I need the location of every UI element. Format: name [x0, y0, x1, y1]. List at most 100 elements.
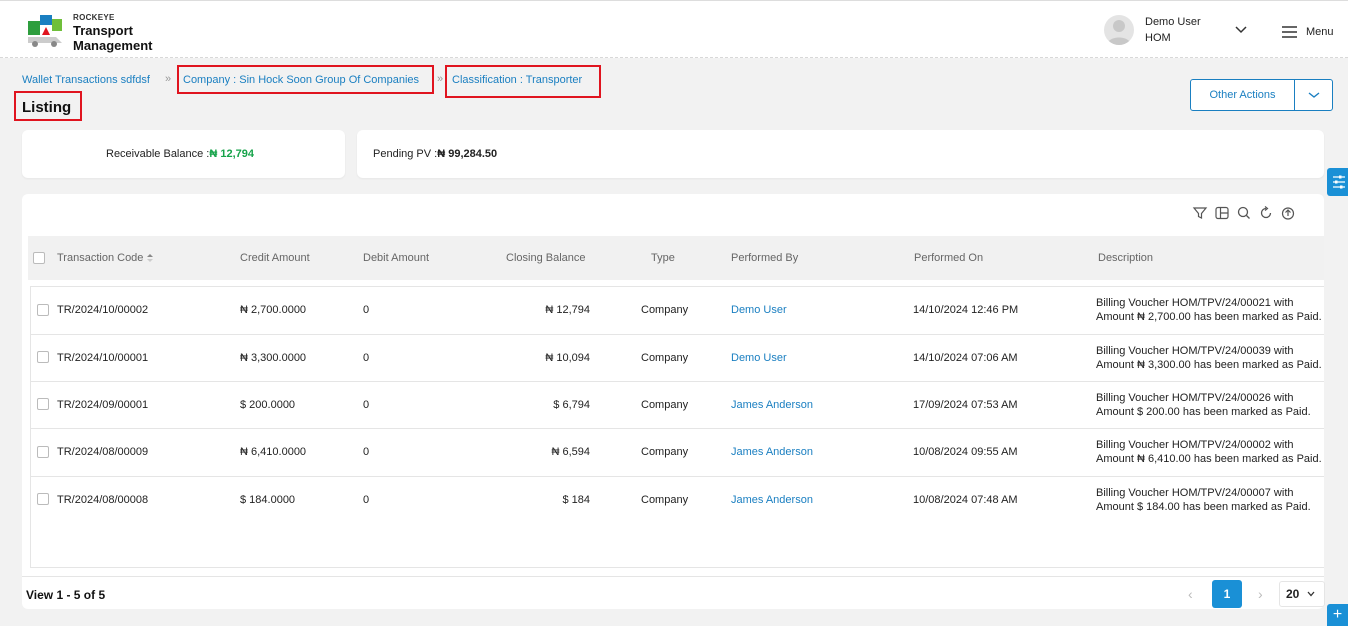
row-checkbox[interactable]: [37, 446, 49, 458]
cell-performed-by[interactable]: James Anderson: [731, 494, 813, 506]
columns-icon[interactable]: [1214, 205, 1230, 221]
cell-type: Company: [641, 446, 689, 458]
top-header: ROCKEYE Transport Management Demo User H…: [0, 0, 1348, 58]
brand-line-2: Management: [73, 38, 153, 53]
row-checkbox[interactable]: [37, 493, 49, 505]
column-closing-balance[interactable]: Closing Balance: [506, 252, 586, 264]
column-performed-on[interactable]: Performed On: [914, 252, 983, 264]
footer-divider: [22, 576, 1324, 577]
description-line: Billing Voucher HOM/TPV/24/00002 with: [1096, 439, 1294, 451]
cell-credit: ₦ 6,410.0000: [240, 446, 307, 458]
settings-sliders-icon: [1333, 175, 1345, 189]
cell-performed-by[interactable]: James Anderson: [731, 446, 813, 458]
chevron-down-icon[interactable]: [1234, 25, 1248, 35]
cell-credit: ₦ 2,700.0000: [240, 304, 307, 316]
cell-performed-by[interactable]: James Anderson: [731, 399, 813, 411]
breadcrumb-separator: »: [437, 73, 444, 85]
plus-icon[interactable]: +: [1327, 604, 1348, 626]
description-line: Amount ₦ 6,410.00 has been marked as Pai…: [1096, 453, 1322, 465]
hamburger-icon: [1282, 26, 1297, 38]
cell-description: Billing Voucher HOM/TPV/24/00007 with Am…: [1096, 486, 1324, 514]
user-role: HOM: [1145, 32, 1171, 44]
cell-closing: $ 6,794: [553, 399, 590, 411]
table-toolbar: [1192, 205, 1296, 221]
cell-credit: $ 200.0000: [240, 399, 296, 411]
cell-performed-on: 14/10/2024 07:06 AM: [913, 352, 1018, 364]
refresh-icon[interactable]: [1258, 205, 1274, 221]
cell-code: TR/2024/10/00001: [57, 352, 149, 364]
view-count: View 1 - 5 of 5: [26, 588, 106, 602]
page-size-select[interactable]: 20: [1279, 581, 1325, 607]
brand-line-1: Transport: [73, 23, 133, 38]
other-actions-button[interactable]: Other Actions: [1190, 79, 1333, 111]
select-all-checkbox[interactable]: [33, 252, 45, 264]
cell-performed-on: 10/08/2024 07:48 AM: [913, 494, 1018, 506]
brand-name: Transport Management: [73, 23, 152, 53]
pending-pv-card: Pending PV : ₦ 99,284.50: [357, 130, 1324, 178]
receivable-label: Receivable Balance :: [106, 148, 210, 160]
cell-performed-on: 10/08/2024 09:55 AM: [913, 446, 1018, 458]
column-transaction-code[interactable]: Transaction Code: [57, 252, 143, 264]
cell-performed-on: 17/09/2024 07:53 AM: [913, 399, 1018, 411]
user-name[interactable]: Demo User: [1145, 16, 1201, 28]
cell-code: TR/2024/08/00008: [57, 494, 149, 506]
description-line: Amount ₦ 3,300.00 has been marked as Pai…: [1096, 359, 1322, 371]
table-body: [30, 286, 1324, 568]
cell-code: TR/2024/08/00009: [57, 446, 149, 458]
filter-icon[interactable]: [1192, 205, 1208, 221]
other-actions-toggle[interactable]: [1295, 80, 1332, 110]
prev-page-button[interactable]: ‹: [1188, 586, 1193, 602]
menu-label: Menu: [1306, 26, 1334, 38]
breadcrumb-company[interactable]: Company : Sin Hock Soon Group Of Compani…: [183, 74, 419, 86]
description-line: Amount ₦ 2,700.00 has been marked as Pai…: [1096, 311, 1322, 323]
sort-icon[interactable]: [146, 253, 154, 263]
receivable-balance-card: Receivable Balance : ₦ 12,794: [22, 130, 345, 178]
breadcrumb-wallet[interactable]: Wallet Transactions sdfdsf: [22, 74, 150, 86]
export-icon[interactable]: [1280, 205, 1296, 221]
description-line: Billing Voucher HOM/TPV/24/00039 with: [1096, 345, 1294, 357]
pending-value: ₦ 99,284.50: [437, 148, 498, 160]
next-page-button[interactable]: ›: [1258, 586, 1263, 602]
cell-code: TR/2024/10/00002: [57, 304, 149, 316]
row-divider: [31, 428, 1324, 429]
description-line: Billing Voucher HOM/TPV/24/00021 with: [1096, 297, 1294, 309]
column-credit-amount[interactable]: Credit Amount: [240, 252, 310, 264]
cell-closing: ₦ 6,594: [551, 446, 590, 458]
brand-small: ROCKEYE: [73, 13, 115, 22]
description-line: Amount $ 200.00 has been marked as Paid.: [1096, 406, 1311, 418]
description-line: Billing Voucher HOM/TPV/24/00007 with: [1096, 487, 1294, 499]
column-type[interactable]: Type: [651, 252, 675, 264]
row-checkbox[interactable]: [37, 304, 49, 316]
page-size-value: 20: [1286, 587, 1300, 601]
cell-performed-on: 14/10/2024 12:46 PM: [913, 304, 1019, 316]
cell-debit: 0: [363, 494, 370, 506]
column-debit-amount[interactable]: Debit Amount: [363, 252, 429, 264]
current-page-button[interactable]: 1: [1212, 580, 1242, 608]
chevron-down-icon: [1308, 92, 1319, 98]
cell-description: Billing Voucher HOM/TPV/24/00026 with Am…: [1096, 391, 1324, 419]
cell-closing: $ 184: [562, 494, 590, 506]
breadcrumb-separator: »: [165, 73, 172, 85]
cell-debit: 0: [363, 399, 370, 411]
column-header[interactable]: Transaction Code: [57, 252, 154, 264]
menu-button[interactable]: Menu: [1282, 23, 1334, 41]
column-performed-by[interactable]: Performed By: [731, 252, 798, 264]
cell-credit: ₦ 3,300.0000: [240, 352, 307, 364]
cell-performed-by[interactable]: Demo User: [731, 352, 787, 364]
row-checkbox[interactable]: [37, 398, 49, 410]
receivable-value: ₦ 12,794: [209, 148, 254, 160]
search-icon[interactable]: [1236, 205, 1252, 221]
cell-debit: 0: [363, 304, 370, 316]
row-checkbox[interactable]: [37, 351, 49, 363]
column-description[interactable]: Description: [1098, 252, 1153, 264]
cell-performed-by[interactable]: Demo User: [731, 304, 787, 316]
description-line: Billing Voucher HOM/TPV/24/00026 with: [1096, 392, 1294, 404]
settings-sliders-button[interactable]: [1327, 168, 1348, 196]
other-actions-label[interactable]: Other Actions: [1191, 80, 1295, 110]
cell-description: Billing Voucher HOM/TPV/24/00039 with Am…: [1096, 344, 1324, 372]
breadcrumb-classification[interactable]: Classification : Transporter: [452, 74, 582, 86]
row-divider: [31, 334, 1324, 335]
cell-description: Billing Voucher HOM/TPV/24/00021 with Am…: [1096, 296, 1324, 324]
avatar[interactable]: [1104, 15, 1134, 45]
row-divider: [31, 476, 1324, 477]
